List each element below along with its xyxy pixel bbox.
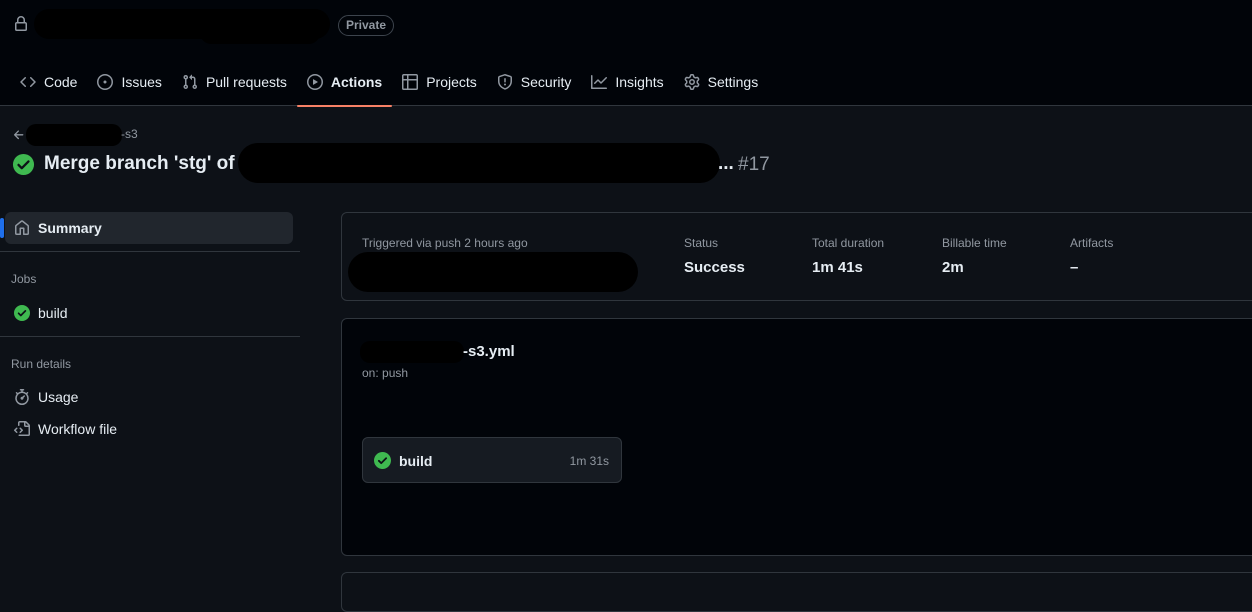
repo-header: Private Code Issues Pull requests Action… bbox=[0, 0, 1252, 107]
stopwatch-icon bbox=[15, 389, 29, 405]
sidebar-divider bbox=[0, 336, 300, 337]
tab-insights[interactable]: Insights bbox=[581, 64, 673, 106]
issue-opened-icon bbox=[97, 74, 114, 90]
breadcrumb-workflow-link[interactable]: -s3 bbox=[121, 127, 138, 141]
redacted-repo-name-tail bbox=[200, 22, 320, 44]
tab-label: Actions bbox=[330, 74, 383, 90]
sidebar-item-label: Summary bbox=[38, 220, 102, 236]
tab-code[interactable]: Code bbox=[10, 64, 87, 106]
tab-label: Pull requests bbox=[205, 74, 287, 90]
title-ellipsis: ... bbox=[718, 153, 734, 174]
status-label: Status bbox=[684, 236, 719, 250]
run-details-heading: Run details bbox=[11, 357, 72, 371]
repo-nav-tabs: Code Issues Pull requests Actions Projec… bbox=[10, 64, 769, 107]
lock-icon bbox=[15, 16, 27, 31]
sidebar-item-label: build bbox=[38, 305, 68, 321]
code-icon bbox=[20, 76, 36, 88]
shield-icon bbox=[497, 74, 512, 90]
sidebar-item-summary[interactable]: Summary bbox=[0, 212, 293, 244]
billable-time-label: Billable time bbox=[942, 236, 1007, 250]
gear-icon bbox=[684, 74, 700, 90]
total-duration-label: Total duration bbox=[812, 236, 885, 250]
sidebar-item-workflow-file[interactable]: Workflow file bbox=[5, 413, 293, 445]
check-circle-fill-icon bbox=[374, 452, 391, 469]
play-icon bbox=[306, 74, 323, 90]
redacted-workflow-file-name bbox=[360, 341, 464, 363]
artifacts-label: Artifacts bbox=[1070, 236, 1114, 250]
workflow-file-name[interactable]: -s3.yml bbox=[463, 343, 515, 360]
jobs-heading: Jobs bbox=[11, 272, 37, 286]
git-pull-request-icon bbox=[183, 74, 197, 90]
check-circle-fill-icon bbox=[14, 305, 30, 321]
tab-label: Settings bbox=[707, 74, 759, 90]
tab-actions[interactable]: Actions bbox=[296, 64, 393, 107]
page-title: Merge branch 'stg' of bbox=[44, 153, 235, 174]
redacted-workflow-name bbox=[26, 124, 122, 146]
tab-pull-requests[interactable]: Pull requests bbox=[172, 64, 297, 106]
sidebar-item-job-build[interactable]: build bbox=[5, 297, 293, 329]
graph-icon bbox=[591, 75, 608, 89]
tab-label: Issues bbox=[121, 74, 162, 90]
status-value: Success bbox=[684, 259, 745, 276]
sidebar-item-usage[interactable]: Usage bbox=[5, 381, 293, 413]
tab-label: Security bbox=[520, 74, 572, 90]
job-card-build[interactable]: build 1m 31s bbox=[362, 437, 622, 483]
check-circle-fill-icon bbox=[12, 153, 35, 176]
job-duration: 1m 31s bbox=[569, 454, 609, 468]
file-code-icon bbox=[14, 421, 30, 436]
home-icon bbox=[15, 220, 29, 235]
tab-settings[interactable]: Settings bbox=[674, 64, 769, 106]
tab-security[interactable]: Security bbox=[487, 64, 582, 106]
artifacts-value: – bbox=[1070, 259, 1079, 276]
tab-label: Insights bbox=[615, 74, 664, 90]
job-name: build bbox=[399, 453, 433, 469]
tab-projects[interactable]: Projects bbox=[392, 64, 487, 106]
visibility-badge: Private bbox=[338, 15, 395, 36]
tab-label: Code bbox=[44, 74, 78, 90]
arrow-left-icon[interactable] bbox=[12, 128, 26, 142]
tab-label: Projects bbox=[426, 74, 477, 90]
annotations-panel bbox=[341, 572, 1252, 612]
table-icon bbox=[402, 74, 419, 90]
workflow-trigger: on: push bbox=[362, 366, 409, 380]
total-duration-value: 1m 41s bbox=[812, 259, 863, 276]
billable-time-value[interactable]: 2m bbox=[942, 259, 964, 276]
redacted-branch-name bbox=[238, 143, 720, 183]
sidebar-item-label: Workflow file bbox=[38, 421, 118, 437]
sidebar-item-label: Usage bbox=[38, 389, 79, 405]
redacted-commit-author bbox=[348, 252, 638, 292]
tab-issues[interactable]: Issues bbox=[87, 64, 171, 106]
sidebar-divider bbox=[0, 251, 300, 252]
run-number: #17 bbox=[738, 154, 770, 175]
triggered-text: Triggered via push 2 hours ago bbox=[362, 236, 528, 250]
